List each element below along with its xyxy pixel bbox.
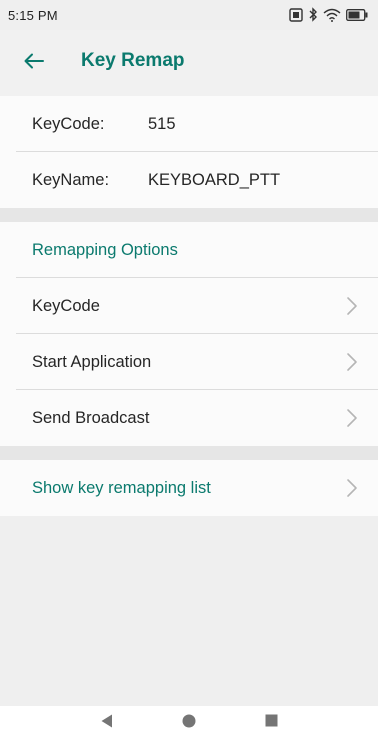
status-bar: 5:15 PM <box>0 0 378 30</box>
section-spacer <box>0 208 378 222</box>
keycode-value: 515 <box>148 114 176 133</box>
screenshot-icon <box>289 7 303 22</box>
keyname-label: KeyName: <box>32 170 110 189</box>
option-keycode[interactable]: KeyCode <box>0 278 378 334</box>
option-start-application[interactable]: Start Application <box>0 334 378 390</box>
show-list-label: Show key remapping list <box>32 478 211 497</box>
app-bar: Key Remap <box>0 30 378 96</box>
section-spacer <box>0 446 378 460</box>
show-key-remapping-list-item[interactable]: Show key remapping list <box>0 460 378 516</box>
content: KeyCode: 515 KeyName: KEYBOARD_PTT Remap… <box>0 96 378 516</box>
remapping-options-header-row: Remapping Options <box>0 222 378 278</box>
status-icons <box>289 7 368 22</box>
battery-icon <box>346 8 368 21</box>
arrow-left-icon <box>24 53 44 74</box>
option-label: KeyCode <box>32 296 100 315</box>
keyname-value: KEYBOARD_PTT <box>148 170 281 189</box>
wifi-icon <box>323 8 341 22</box>
back-button[interactable] <box>16 48 52 78</box>
nav-home-button[interactable] <box>178 713 200 733</box>
option-label: Start Application <box>32 352 152 371</box>
recents-square-icon <box>264 713 279 733</box>
home-circle-icon <box>181 713 197 734</box>
chevron-right-icon <box>346 408 358 428</box>
chevron-right-icon <box>346 478 358 498</box>
chevron-right-icon <box>346 296 358 316</box>
key-remap-screen: 5:15 PM Key Remap KeyCode: 515 KeyName: … <box>0 0 378 740</box>
nav-back-button[interactable] <box>96 713 118 733</box>
page-title: Key Remap <box>81 50 185 71</box>
keycode-label: KeyCode: <box>32 114 105 133</box>
status-time: 5:15 PM <box>8 8 58 23</box>
navigation-bar <box>0 706 378 740</box>
nav-recents-button[interactable] <box>260 713 282 733</box>
keycode-info-row: KeyCode: 515 <box>0 96 378 152</box>
option-send-broadcast[interactable]: Send Broadcast <box>0 390 378 446</box>
option-label: Send Broadcast <box>32 408 150 427</box>
bluetooth-icon <box>308 7 318 22</box>
chevron-right-icon <box>346 352 358 372</box>
back-triangle-icon <box>100 713 114 734</box>
section-header-remapping-options: Remapping Options <box>32 240 178 259</box>
keyname-info-row: KeyName: KEYBOARD_PTT <box>0 152 378 208</box>
